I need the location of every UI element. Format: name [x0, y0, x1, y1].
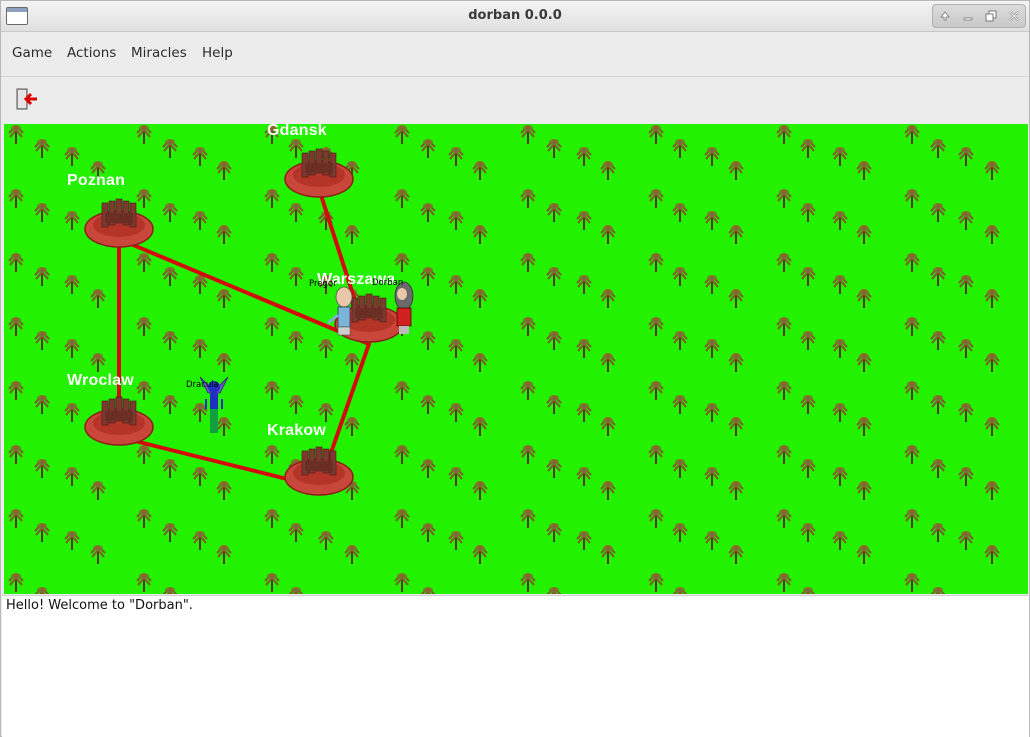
menu-miracles[interactable]: Miracles [131, 45, 187, 61]
exit-door-icon [16, 88, 37, 110]
character-label-dorban: Dorban [372, 278, 404, 288]
close-button[interactable] [1007, 9, 1021, 23]
city-label-poznan: Poznan [67, 172, 126, 189]
toolbar [1, 77, 1029, 123]
city-label-wroclaw: Wroclaw [67, 372, 134, 389]
menu-actions[interactable]: Actions [67, 45, 116, 61]
application-window: dorban 0.0.0 Game Actions Miracles Help [0, 0, 1030, 737]
map-canvas[interactable] [4, 124, 1028, 594]
city-label-krakow: Krakow [267, 422, 326, 439]
minimize-icon [963, 17, 972, 21]
window-title: dorban 0.0.0 [468, 8, 562, 23]
menu-bar: Game Actions Miracles Help [1, 32, 1029, 77]
character-label-pregor: Pregor [309, 279, 337, 289]
restore-icon [985, 10, 996, 22]
exit-button[interactable] [13, 86, 41, 114]
game-map[interactable]: Gdansk Poznan Warszawa Wroclaw Krakow Pr… [4, 124, 1028, 594]
character-label-dracula: Dracula [186, 380, 219, 390]
shade-button[interactable] [938, 9, 952, 23]
menu-help[interactable]: Help [202, 45, 233, 61]
window-controls [932, 4, 1026, 28]
character-dorban [394, 281, 414, 334]
menu-game[interactable]: Game [12, 45, 52, 61]
message-log[interactable]: Hello! Welcome to "Dorban". [2, 595, 1029, 737]
minimize-button[interactable] [961, 9, 975, 23]
close-icon [1008, 11, 1019, 21]
restore-button[interactable] [984, 9, 998, 23]
log-line: Hello! Welcome to "Dorban". [6, 598, 193, 613]
arrow-up-icon [939, 11, 950, 21]
title-bar[interactable]: dorban 0.0.0 [1, 1, 1029, 32]
city-label-gdansk: Gdansk [267, 124, 327, 139]
